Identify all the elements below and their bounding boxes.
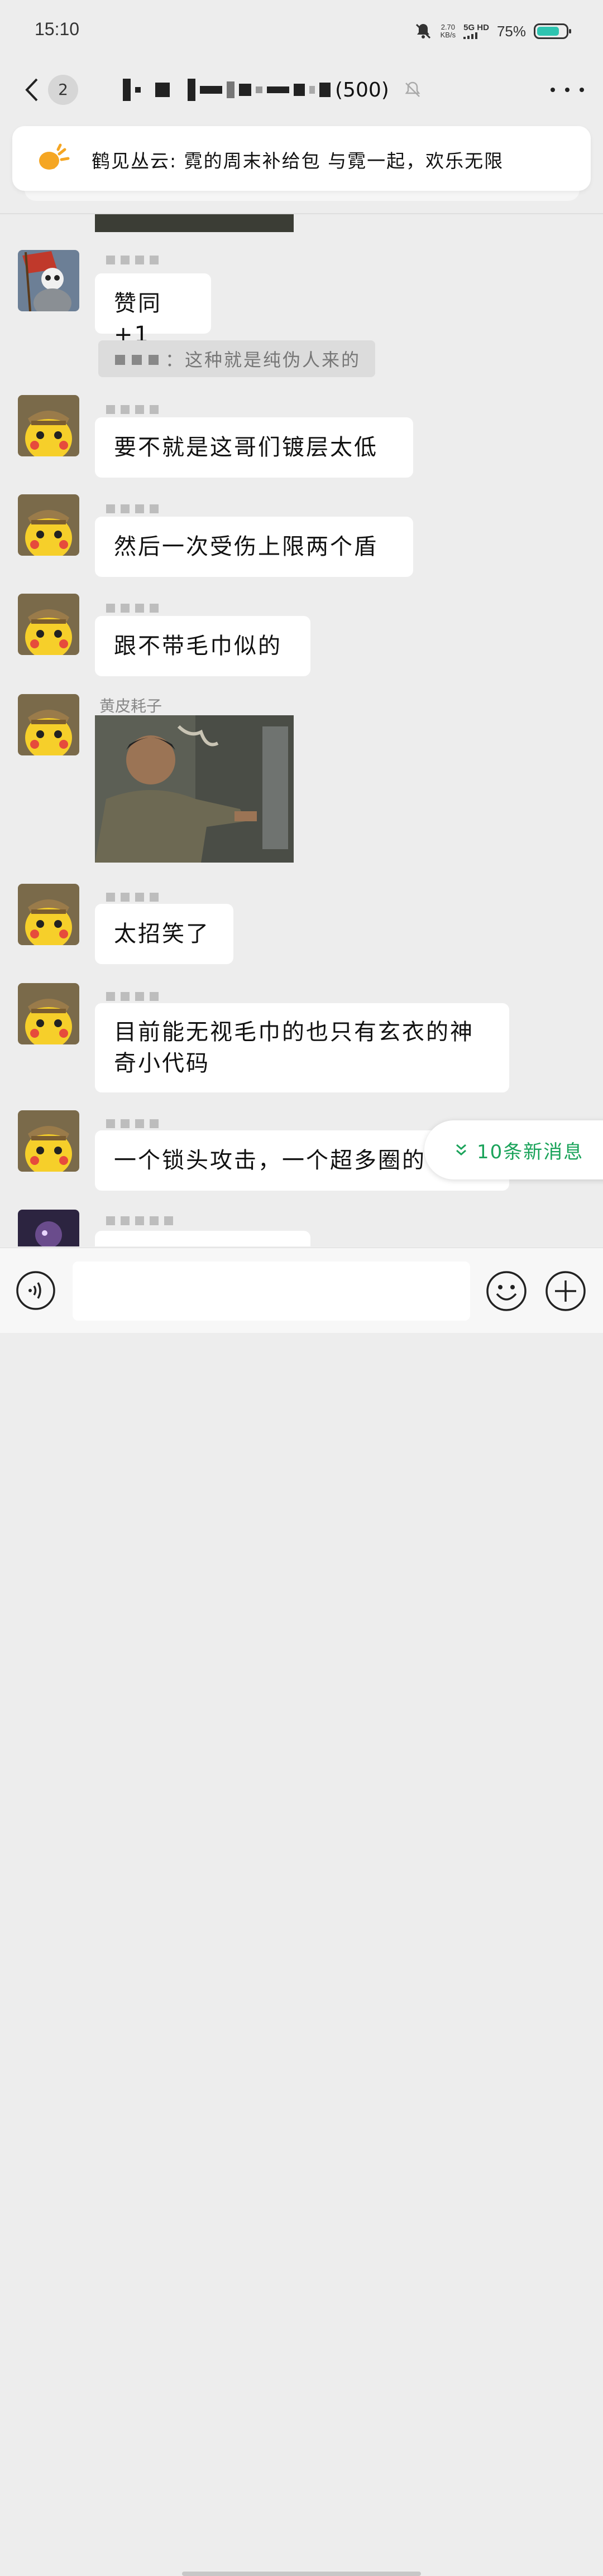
network-indicator: 5G HD [463, 23, 489, 39]
partial-image-message[interactable] [95, 214, 294, 232]
sender-name: 黄皮耗子 [99, 697, 162, 715]
message-text: 赞同 +1 [114, 291, 162, 348]
message-text: 太招笑了 [114, 921, 210, 947]
censored-sender-name [106, 890, 159, 904]
avatar[interactable] [18, 494, 79, 556]
meme-photo-man-pointing [95, 715, 294, 863]
avatar-pikachu-image [18, 594, 79, 655]
avatar-dark-character-image [18, 1210, 79, 1246]
avatar[interactable] [18, 983, 79, 1044]
double-chevron-down-icon [456, 1144, 466, 1155]
back-button[interactable] [21, 76, 44, 104]
net-speed-value: 2.70 [441, 23, 456, 31]
chat-title[interactable]: (500) [123, 75, 423, 105]
new-messages-button[interactable]: 10条新消息 [424, 1120, 603, 1179]
avatar[interactable] [18, 884, 79, 945]
announcement-icon [39, 143, 70, 170]
voice-icon [16, 1271, 55, 1310]
battery-percent: 75% [496, 22, 526, 40]
message-bubble[interactable]: 然后一次受伤上限两个盾 [95, 517, 413, 577]
censored-sender-name [106, 502, 159, 516]
message-text: 跟不带毛巾似的 [114, 633, 282, 659]
recalled-quote-notice[interactable]: ：这种就是纯伪人来的 [98, 340, 376, 377]
message-bubble[interactable] [95, 1231, 310, 1246]
censored-sender-name [106, 601, 159, 615]
status-indicators: 2.70 KB/s 5G HD 75% [414, 20, 571, 42]
chat-header: 2 (500) [0, 61, 603, 117]
plus-icon [545, 1271, 586, 1311]
avatar-panda-warrior-image [18, 250, 79, 311]
avatar-pikachu-image [18, 983, 79, 1044]
input-bar [0, 1248, 603, 2576]
more-options-button[interactable] [551, 81, 584, 98]
message-bubble[interactable]: 目前能无视毛巾的也只有玄衣的神 奇小代码 [95, 1003, 509, 1092]
censored-sender-name [106, 403, 159, 416]
more-actions-button[interactable] [545, 1270, 586, 1312]
message-text: 一个锁头攻击，一个超多圈的 [114, 1148, 426, 1173]
avatar[interactable] [18, 694, 79, 755]
avatar[interactable] [18, 250, 79, 311]
message-list[interactable]: 赞同 +1 ：这种就是纯伪人来的 要不就是这哥们镀层太低 然后一次受伤上限两个盾… [0, 214, 603, 1246]
message-text-line: 奇小代码 [114, 1051, 210, 1076]
censored-sender-name [106, 1117, 159, 1130]
censored-sender-name [106, 253, 159, 267]
net-speed-unit: KB/s [440, 31, 456, 39]
censored-sender-name [106, 990, 159, 1003]
network-type: 5G HD [463, 23, 489, 32]
message-bubble[interactable]: 要不就是这哥们镀层太低 [95, 417, 413, 478]
message-text: 然后一次受伤上限两个盾 [114, 534, 378, 560]
meme-image[interactable] [95, 715, 294, 863]
avatar-pikachu-image [18, 1110, 79, 1172]
recall-text: ：这种就是纯伪人来的 [165, 349, 361, 370]
censored-sender-name [106, 1214, 173, 1227]
avatar[interactable] [18, 1110, 79, 1172]
status-bar: 15:10 2.70 KB/s 5G HD 75% [0, 0, 603, 61]
message-text-line: 目前能无视毛巾的也只有玄衣的神 [114, 1019, 474, 1045]
censored-group-name [123, 79, 331, 101]
message-text: 要不就是这哥们镀层太低 [114, 435, 378, 460]
mute-icon [414, 22, 433, 41]
net-speed-indicator: 2.70 KB/s [441, 23, 456, 39]
emoji-icon [486, 1271, 527, 1311]
avatar[interactable] [18, 395, 79, 456]
avatar-pikachu-image [18, 694, 79, 755]
home-indicator[interactable] [182, 2572, 421, 2576]
chevron-left-icon [25, 78, 38, 102]
status-time: 15:10 [35, 19, 80, 39]
avatar[interactable] [18, 594, 79, 655]
notice-text: 鹤见丛云: 霓的周末补给包 与霓一起，欢乐无限 [92, 150, 504, 172]
censored-name [115, 348, 165, 369]
pinned-notice[interactable]: 鹤见丛云: 霓的周末补给包 与霓一起，欢乐无限 [12, 126, 591, 191]
member-count: (500) [335, 78, 389, 102]
message-bubble[interactable]: 太招笑了 [95, 904, 233, 964]
unread-count-badge[interactable]: 2 [48, 75, 78, 105]
new-messages-label: 10条新消息 [477, 1140, 584, 1163]
bell-muted-icon [405, 81, 420, 97]
more-dots-icon [551, 88, 555, 92]
battery-icon [534, 23, 571, 39]
message-input[interactable] [73, 1261, 470, 1321]
message-bubble[interactable]: 赞同 +1 [95, 273, 211, 348]
message-bubble[interactable]: 跟不带毛巾似的 [95, 616, 310, 676]
avatar[interactable] [18, 1210, 79, 1246]
avatar-pikachu-image [18, 395, 79, 456]
avatar-pikachu-image [18, 884, 79, 945]
voice-button[interactable] [16, 1270, 56, 1311]
emoji-button[interactable] [486, 1270, 527, 1312]
avatar-pikachu-image [18, 494, 79, 556]
signal-icon [463, 32, 489, 39]
